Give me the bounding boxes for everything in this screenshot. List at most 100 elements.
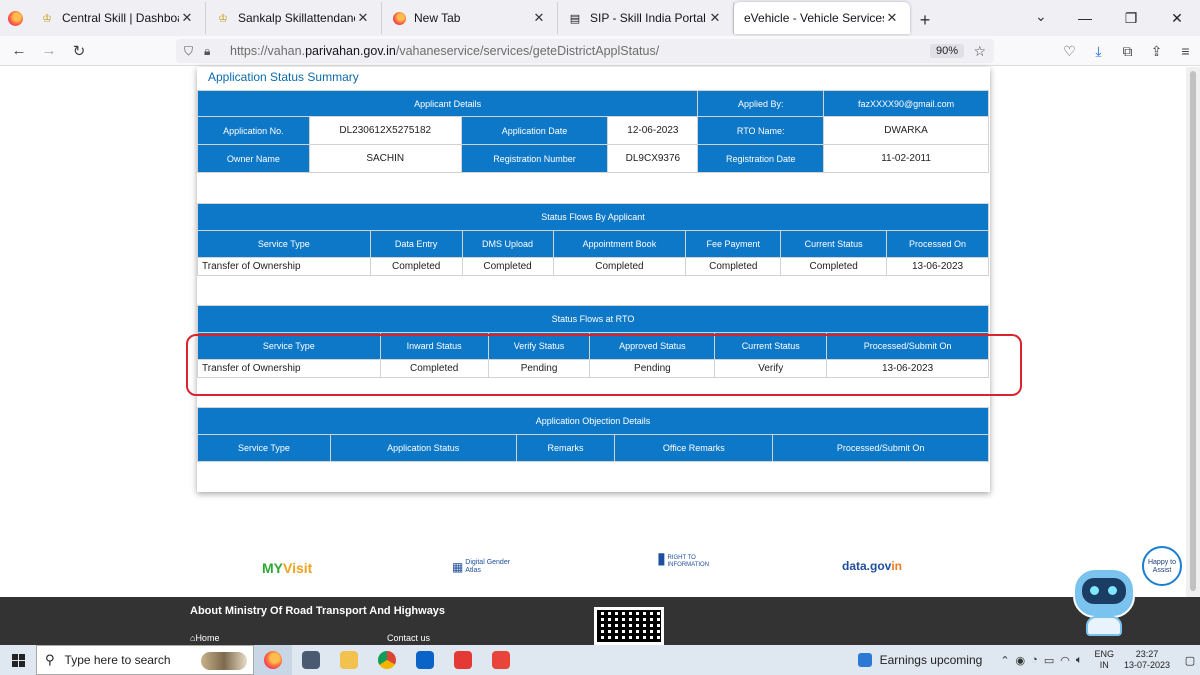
table-cell: Completed: [461, 257, 554, 276]
forward-arrow-icon[interactable]: →: [34, 42, 64, 59]
reload-icon[interactable]: ↻: [64, 42, 94, 60]
footer-title: About Ministry Of Road Transport And Hig…: [190, 605, 446, 617]
pocket-icon[interactable]: ♡: [1055, 43, 1084, 60]
close-icon[interactable]: ✕: [707, 10, 723, 26]
close-icon[interactable]: ✕: [531, 10, 547, 26]
shield-icon[interactable]: ⛉: [184, 44, 204, 59]
column-header: Processed/Submit On: [772, 434, 989, 462]
camera-icon[interactable]: ◉: [1016, 654, 1026, 667]
nav-bar: ← → ↻ ⛉ 🔒︎ https://vahan.parivahan.gov.i…: [0, 36, 1200, 66]
registration-number-value: DL9CX9376: [607, 144, 699, 173]
taskbar-firefox[interactable]: [254, 645, 292, 675]
table-cell: Completed: [685, 257, 782, 276]
menu-icon[interactable]: ≡: [1171, 43, 1200, 59]
tab-central-skill[interactable]: ♔ Central Skill | Dashboard ✕: [30, 2, 206, 34]
firefox-view-button[interactable]: [0, 0, 30, 36]
window-controls: — ❐ ✕: [1062, 0, 1200, 36]
search-icon: ⚲: [45, 652, 55, 667]
tab-label: New Tab: [414, 11, 461, 25]
taskbar-vidmate[interactable]: [444, 645, 482, 675]
minimize-icon[interactable]: —: [1062, 0, 1108, 36]
table-cell: Completed: [369, 257, 463, 276]
taskbar-search[interactable]: ⚲ Type here to search: [36, 645, 254, 675]
page-title: Application Status Summary: [208, 70, 359, 84]
table-cell: Completed: [552, 257, 687, 276]
close-icon[interactable]: ✕: [355, 10, 371, 26]
rto-flow-header: Status Flows at RTO: [197, 305, 989, 333]
column-header: Appointment Book: [552, 230, 687, 258]
close-icon[interactable]: ✕: [179, 10, 195, 26]
site-footer: About Ministry Of Road Transport And Hig…: [0, 597, 1200, 645]
application-date-value: 12-06-2023: [607, 116, 699, 145]
tab-label: eVehicle - Vehicle Services: [744, 11, 884, 25]
emblem-icon: ♔: [42, 12, 52, 25]
status-card: Application Status Summary Applicant Det…: [196, 67, 990, 492]
close-window-icon[interactable]: ✕: [1154, 0, 1200, 36]
registration-number-label: Registration Number: [460, 144, 609, 173]
footer-home-link[interactable]: ⌂Home: [190, 633, 219, 643]
rti-logo[interactable]: ▮ RIGHT TO INFORMATION: [657, 551, 709, 569]
search-placeholder: Type here to search: [64, 653, 171, 667]
bookmark-star-icon[interactable]: ☆: [973, 43, 986, 60]
column-header: DMS Upload: [461, 230, 554, 258]
chevron-up-icon[interactable]: ⌃: [1000, 654, 1009, 667]
column-header: Service Type: [197, 230, 371, 258]
zoom-level[interactable]: 90%: [929, 44, 964, 58]
share-icon[interactable]: ⇪: [1142, 43, 1171, 60]
close-icon[interactable]: ✕: [884, 10, 900, 26]
wifi-icon[interactable]: ◠: [1060, 654, 1070, 667]
restore-icon[interactable]: ❐: [1108, 0, 1154, 36]
volume-icon[interactable]: 🔈︎: [1076, 654, 1083, 667]
download-icon[interactable]: ⤓: [1084, 43, 1113, 60]
taskbar-chrome[interactable]: [368, 645, 406, 675]
windows-taskbar: ⚲ Type here to search Earnings upcoming …: [0, 645, 1200, 675]
footer-contact-link[interactable]: Contact us: [387, 633, 430, 643]
battery-icon[interactable]: ▭: [1044, 654, 1054, 667]
tab-label: Sankalp Skillattendance | Dashb: [238, 11, 355, 25]
taskbar-file-explorer[interactable]: [330, 645, 368, 675]
highlight-annotation: [186, 334, 1022, 396]
tab-label: SIP - Skill India Portal: [590, 11, 706, 25]
network-icon[interactable]: ◔: [1031, 654, 1038, 666]
tab-sip[interactable]: ▤ SIP - Skill India Portal ✕: [558, 2, 734, 34]
folder-icon: [340, 651, 358, 669]
applicant-details-header: Applicant Details: [196, 90, 699, 117]
weather-widget[interactable]: Earnings upcoming: [857, 653, 982, 667]
document-icon: ▤: [569, 12, 581, 25]
start-button[interactable]: [0, 645, 36, 675]
taskbar-calculator[interactable]: [292, 645, 330, 675]
back-arrow-icon[interactable]: ←: [4, 42, 34, 59]
column-header: Service Type: [197, 434, 331, 462]
new-tab-button[interactable]: +: [910, 4, 940, 36]
tab-new-tab[interactable]: New Tab ✕: [382, 2, 558, 34]
url-text: https://vahan.parivahan.gov.in/vahaneser…: [230, 44, 660, 58]
mail-icon: [416, 651, 434, 669]
registration-date-label: Registration Date: [697, 144, 825, 173]
data-gov-logo[interactable]: data.govin: [842, 559, 902, 573]
column-header: Application Status: [329, 434, 517, 462]
taskbar-wps-office[interactable]: [482, 645, 520, 675]
lock-icon[interactable]: 🔒︎: [204, 44, 224, 59]
tab-evehicle[interactable]: eVehicle - Vehicle Services ✕: [734, 2, 910, 34]
registration-date-value: 11-02-2011: [823, 144, 989, 173]
rto-name-label: RTO Name:: [697, 116, 825, 145]
digital-gender-atlas-logo[interactable]: ▦ Digital Gender Atlas: [452, 559, 517, 575]
url-bar[interactable]: ⛉ 🔒︎ https://vahan.parivahan.gov.in/vaha…: [176, 39, 994, 63]
taskbar-mail[interactable]: [406, 645, 444, 675]
language-indicator[interactable]: ENG IN: [1094, 649, 1114, 671]
firefox-icon: [392, 11, 406, 25]
clock[interactable]: 23:27 13-07-2023: [1124, 649, 1170, 671]
myvisit-logo[interactable]: MYVisit: [262, 560, 312, 576]
applicant-status-flow-table: Status Flows By Applicant Service Type D…: [197, 203, 989, 276]
search-highlight-image: [201, 652, 247, 670]
tab-sankalp[interactable]: ♔ Sankalp Skillattendance | Dashb ✕: [206, 2, 382, 34]
column-header: Data Entry: [369, 230, 463, 258]
chevron-down-icon[interactable]: ⌄: [1035, 8, 1047, 25]
qr-code: [594, 607, 664, 645]
extensions-icon[interactable]: ⧉: [1113, 43, 1142, 60]
applied-by-label: Applied By:: [697, 90, 825, 117]
table-cell: Completed: [780, 257, 888, 276]
assistant-bot-button[interactable]: Happy to Assist: [1068, 546, 1198, 641]
scrollbar[interactable]: [1186, 67, 1200, 597]
notification-icon[interactable]: ▢: [1180, 654, 1200, 667]
